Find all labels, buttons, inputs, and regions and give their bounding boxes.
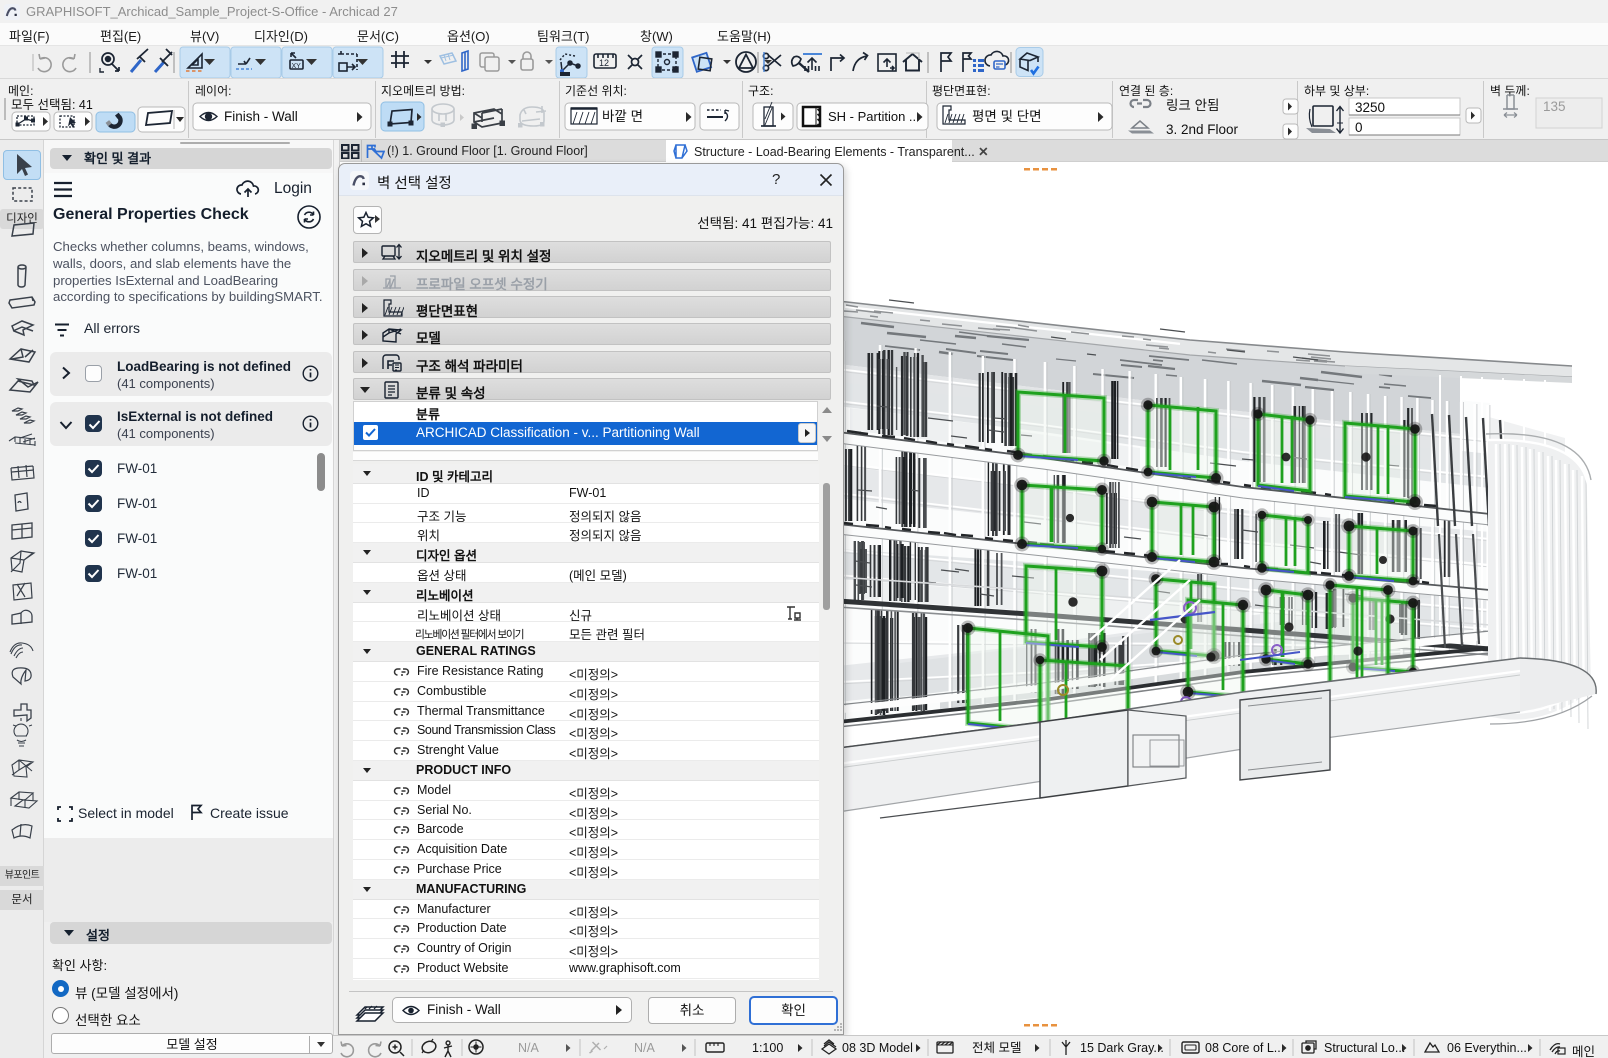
svg-text:3. 2nd Floor: 3. 2nd Floor bbox=[1166, 122, 1239, 137]
svg-text:Finish - Wall: Finish - Wall bbox=[224, 109, 298, 124]
svg-text:3250: 3250 bbox=[1355, 100, 1385, 115]
svg-text:06 Everythin...: 06 Everythin... bbox=[1447, 1041, 1527, 1055]
svg-text:15 Dark Gray...: 15 Dark Gray... bbox=[1080, 1041, 1164, 1055]
svg-text:평면 및 단면: 평면 및 단면 bbox=[972, 109, 1042, 124]
svg-text:SH - Partition ...: SH - Partition ... bbox=[828, 109, 920, 124]
svg-text:135: 135 bbox=[1543, 99, 1566, 114]
svg-text:전체 모델: 전체 모델 bbox=[972, 1041, 1021, 1055]
svg-text:바깥 면: 바깥 면 bbox=[602, 109, 643, 124]
svg-text:N/A: N/A bbox=[634, 1041, 656, 1055]
svg-text:0: 0 bbox=[1355, 120, 1363, 135]
svg-text:12: 12 bbox=[599, 58, 609, 68]
svg-text:1:100: 1:100 bbox=[752, 1041, 783, 1055]
svg-text:N/A: N/A bbox=[518, 1041, 540, 1055]
svg-text:XY: XY bbox=[292, 63, 302, 70]
svg-text:08 Core of L...: 08 Core of L... bbox=[1205, 1041, 1284, 1055]
svg-text:링크 안됨: 링크 안됨 bbox=[1166, 98, 1219, 113]
svg-text:08 3D Model: 08 3D Model bbox=[842, 1041, 913, 1055]
svg-text:Structural Lo...: Structural Lo... bbox=[1324, 1041, 1405, 1055]
